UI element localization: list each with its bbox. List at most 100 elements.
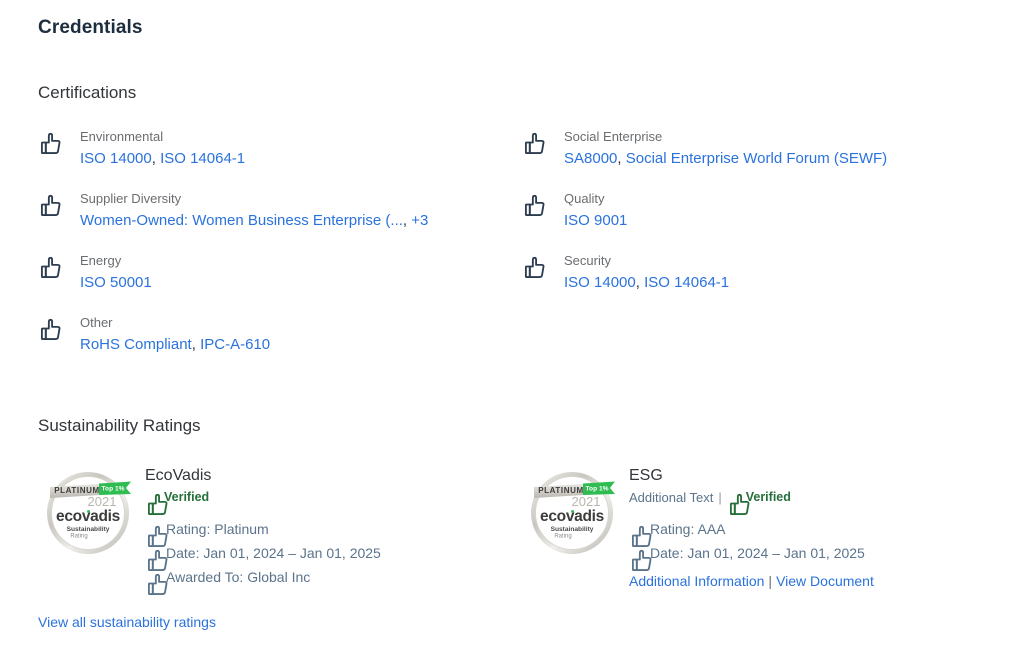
certification-item: Social Enterprise SA8000, Social Enterpri… — [522, 127, 1006, 169]
certification-value-link[interactable]: ISO 14000 — [80, 150, 152, 167]
credentials-page: Credentials Certifications Environmental… — [0, 0, 1024, 646]
rating-attribute-text: Date: Jan 01, 2024 – Jan 01, 2025 — [166, 545, 381, 561]
rating-links: Additional Information | View Document — [629, 570, 874, 592]
thumbs-up-icon — [38, 191, 64, 217]
certification-value-link[interactable]: IPC-A-610 — [200, 336, 270, 353]
certification-item: Other RoHS Compliant, IPC-A-610 — [38, 313, 522, 355]
certification-values: SA8000, Social Enterprise World Forum (S… — [564, 149, 887, 169]
certification-value-link[interactable]: ISO 14000 — [564, 274, 636, 291]
rating-attributes: Rating: AAA Date: Jan 01, 2024 – Jan 01, … — [629, 517, 874, 571]
certification-values: ISO 14000, ISO 14064-1 — [564, 273, 729, 293]
certification-values: ISO 50001 — [80, 273, 152, 293]
rating-attribute-text: Awarded To: Global Inc — [166, 569, 311, 585]
certification-label: Energy — [80, 253, 122, 268]
certification-value-link[interactable]: SA8000 — [564, 150, 617, 167]
thumbs-up-icon — [727, 490, 750, 516]
certification-texts: Security ISO 14000, ISO 14064-1 — [564, 251, 729, 293]
certification-item: Supplier Diversity Women-Owned: Women Bus… — [38, 189, 522, 231]
certifications-grid: Environmental ISO 14000, ISO 14064-1 Suppl… — [38, 127, 986, 375]
verified-badge: Verified — [145, 488, 210, 516]
link-separator: | — [768, 573, 773, 589]
value-separator: , — [191, 336, 201, 353]
svg-text:Sustainability: Sustainability — [67, 526, 110, 533]
rating-attribute-row: Rating: AAA — [629, 517, 874, 547]
thumbs-up-icon — [629, 522, 652, 547]
certification-value-link[interactable]: ISO 14064-1 — [160, 150, 245, 167]
svg-text:2021: 2021 — [572, 494, 601, 509]
certification-value-link[interactable]: ISO 9001 — [564, 212, 627, 229]
certification-texts: Supplier Diversity Women-Owned: Women Bus… — [80, 189, 428, 231]
thumbs-up-icon — [38, 129, 64, 155]
verified-label: Verified — [164, 490, 210, 504]
svg-text:Sustainability: Sustainability — [551, 526, 594, 533]
certification-item: Environmental ISO 14000, ISO 14064-1 — [38, 127, 522, 169]
rating-body: EcoVadis Verified Rating: Platinum Date: Ja… — [145, 461, 381, 595]
rating-attribute-text: Rating: Platinum — [166, 521, 269, 537]
thumbs-up-icon — [38, 253, 64, 279]
certification-values: Women-Owned: Women Business Enterprise (… — [80, 211, 428, 231]
rating-link[interactable]: View Document — [776, 573, 874, 589]
certifications-heading: Certifications — [38, 83, 137, 102]
ecovadis-badge: PLATINUM Top 1% 2021 ecovadis Sustainability… — [522, 461, 622, 561]
certification-texts: Quality ISO 9001 — [564, 189, 627, 231]
rating-link[interactable]: Additional Information — [629, 573, 764, 589]
certification-item: Energy ISO 50001 — [38, 251, 522, 293]
certification-value-link[interactable]: ISO 14064-1 — [644, 274, 729, 291]
value-separator: , — [151, 150, 161, 167]
rating-attribute-row: Date: Jan 01, 2024 – Jan 01, 2025 — [629, 541, 874, 571]
certification-label: Supplier Diversity — [80, 191, 182, 206]
certification-texts: Other RoHS Compliant, IPC-A-610 — [80, 313, 270, 355]
certifications-column-right: Social Enterprise SA8000, Social Enterpri… — [522, 127, 1006, 375]
rating-additional-text: Additional Text — [629, 490, 714, 505]
certification-values: ISO 14000, ISO 14064-1 — [80, 149, 245, 169]
rating-attribute-text: Date: Jan 01, 2024 – Jan 01, 2025 — [650, 545, 865, 561]
certification-values: ISO 9001 — [564, 211, 627, 231]
thumbs-up-icon — [522, 253, 548, 279]
sustainability-rating-card: PLATINUM Top 1% 2021 ecovadis Sustainability… — [38, 461, 522, 595]
rating-attribute-row: Rating: Platinum — [145, 517, 381, 547]
certification-texts: Environmental ISO 14000, ISO 14064-1 — [80, 127, 245, 169]
certification-more-count[interactable]: +3 — [411, 212, 428, 229]
verified-badge: Verified — [727, 488, 791, 516]
sustainability-rating-card: PLATINUM Top 1% 2021 ecovadis Sustainability… — [522, 461, 1006, 592]
thumbs-up-icon — [145, 522, 168, 547]
svg-text:Rating: Rating — [554, 534, 571, 540]
certification-texts: Social Enterprise SA8000, Social Enterpri… — [564, 127, 887, 169]
certification-label: Quality — [564, 191, 605, 206]
verified-label: Verified — [745, 490, 791, 504]
sustainability-ratings-grid: PLATINUM Top 1% 2021 ecovadis Sustainability… — [38, 461, 986, 595]
rating-name: EcoVadis — [145, 467, 212, 484]
thumbs-up-icon — [145, 490, 168, 516]
certification-texts: Energy ISO 50001 — [80, 251, 152, 293]
svg-text:Top 1%: Top 1% — [586, 486, 609, 493]
certification-item: Security ISO 14000, ISO 14064-1 — [522, 251, 1006, 293]
rating-body: ESG Additional Text | Verified Rating: AAA Da… — [629, 461, 874, 592]
certification-value-link[interactable]: ISO 50001 — [80, 274, 152, 291]
ecovadis-badge-graphic: PLATINUM Top 1%2021ecovadisSustainability… — [47, 472, 131, 554]
rating-attribute-row: Date: Jan 01, 2024 – Jan 01, 2025 — [145, 541, 381, 571]
sustainability-ratings-heading: Sustainability Ratings — [38, 416, 201, 435]
rating-name: ESG — [629, 467, 663, 484]
thumbs-up-icon — [522, 129, 548, 155]
svg-text:Top 1%: Top 1% — [102, 486, 125, 493]
certification-value-link[interactable]: Women-Owned: Women Business Enterprise (… — [80, 212, 403, 229]
certification-value-link[interactable]: Social Enterprise World Forum (SEWF) — [626, 150, 887, 167]
ecovadis-badge: PLATINUM Top 1% 2021 ecovadis Sustainability… — [38, 461, 138, 561]
svg-text:Rating: Rating — [70, 534, 87, 540]
value-separator: , — [402, 212, 412, 229]
rating-attribute-text: Rating: AAA — [650, 521, 726, 537]
rating-subline: Additional Text | Verified — [629, 488, 874, 516]
view-all-sustainability-ratings-link[interactable]: View all sustainability ratings — [38, 614, 216, 630]
certification-value-link[interactable]: RoHS Compliant — [80, 336, 192, 353]
certification-values: RoHS Compliant, IPC-A-610 — [80, 335, 270, 355]
thumbs-up-icon — [629, 546, 652, 571]
certification-label: Environmental — [80, 129, 164, 144]
thumbs-up-icon — [522, 191, 548, 217]
value-separator: , — [635, 274, 645, 291]
page-title: Credentials — [38, 17, 143, 38]
thumbs-up-icon — [145, 546, 168, 571]
certification-item: Quality ISO 9001 — [522, 189, 1006, 231]
rating-attribute-row: Awarded To: Global Inc — [145, 565, 381, 595]
certification-label: Other — [80, 315, 113, 330]
thumbs-up-icon — [38, 315, 64, 341]
